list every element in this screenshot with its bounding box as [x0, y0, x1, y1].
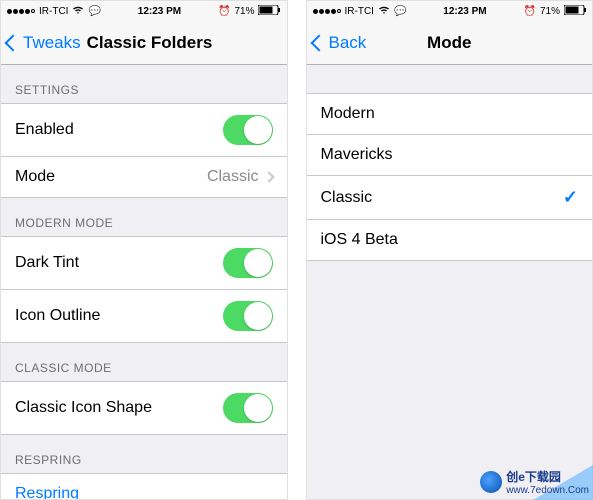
switch-dark-tint[interactable]	[223, 248, 273, 278]
carrier-label: IR-TCI	[39, 6, 68, 17]
clock-label: 12:23 PM	[443, 6, 486, 17]
group-header-respring: RESPRING	[1, 435, 287, 473]
option-classic[interactable]: Classic ✓	[307, 175, 593, 219]
row-enabled[interactable]: Enabled	[1, 103, 287, 156]
wifi-icon	[378, 5, 390, 18]
cell-label: Icon Outline	[15, 307, 100, 325]
settings-content: SETTINGS Enabled Mode Classic MODERN MOD…	[1, 65, 287, 499]
switch-enabled[interactable]	[223, 115, 273, 145]
speech-icon: 💬	[88, 6, 100, 17]
alarm-icon: ⏰	[218, 6, 230, 17]
nav-bar: Back Mode	[307, 21, 593, 65]
battery-percent: 71%	[234, 6, 254, 17]
signal-dots-icon	[313, 9, 341, 14]
group-header-classic: CLASSIC MODE	[1, 343, 287, 381]
group-header-settings: SETTINGS	[1, 65, 287, 103]
option-modern[interactable]: Modern	[307, 93, 593, 134]
option-mavericks[interactable]: Mavericks	[307, 134, 593, 175]
back-label: Back	[329, 33, 367, 53]
status-bar: IR-TCI 💬 12:23 PM ⏰ 71%	[307, 1, 593, 21]
back-button[interactable]: Back	[313, 33, 367, 53]
option-label: Mavericks	[321, 146, 393, 164]
row-classic-icon-shape[interactable]: Classic Icon Shape	[1, 381, 287, 435]
mode-options: Modern Mavericks Classic ✓ iOS 4 Beta	[307, 65, 593, 499]
switch-icon-outline[interactable]	[223, 301, 273, 331]
option-label: Classic	[321, 189, 373, 207]
option-ios4beta[interactable]: iOS 4 Beta	[307, 219, 593, 261]
group-header-modern: MODERN MODE	[1, 198, 287, 236]
carrier-label: IR-TCI	[345, 6, 374, 17]
settings-screen-mode: IR-TCI 💬 12:23 PM ⏰ 71% Back Mode Modern…	[306, 0, 593, 500]
cell-label: Dark Tint	[15, 254, 79, 272]
battery-icon	[258, 5, 280, 18]
wifi-icon	[72, 5, 84, 18]
cell-label: Enabled	[15, 121, 74, 139]
clock-label: 12:23 PM	[138, 6, 181, 17]
battery-icon	[564, 5, 586, 18]
back-label: Tweaks	[23, 33, 81, 53]
cell-label: Mode	[15, 168, 55, 186]
cell-value: Classic	[207, 168, 259, 186]
back-button[interactable]: Tweaks	[7, 33, 81, 53]
chevron-left-icon	[313, 33, 325, 53]
page-title: Classic Folders	[87, 33, 213, 53]
chevron-left-icon	[7, 33, 19, 53]
row-dark-tint[interactable]: Dark Tint	[1, 236, 287, 289]
settings-screen-classic-folders: IR-TCI 💬 12:23 PM ⏰ 71% Tweaks Classic F…	[0, 0, 288, 500]
checkmark-icon: ✓	[563, 187, 578, 208]
battery-percent: 71%	[540, 6, 560, 17]
alarm-icon: ⏰	[524, 6, 536, 17]
chevron-right-icon	[263, 171, 274, 182]
row-mode[interactable]: Mode Classic	[1, 156, 287, 198]
cell-label: Classic Icon Shape	[15, 399, 152, 417]
respring-link[interactable]: Respring	[15, 485, 79, 499]
signal-dots-icon	[7, 9, 35, 14]
status-bar: IR-TCI 💬 12:23 PM ⏰ 71%	[1, 1, 287, 21]
nav-bar: Tweaks Classic Folders	[1, 21, 287, 65]
row-icon-outline[interactable]: Icon Outline	[1, 289, 287, 343]
watermark-triangle	[533, 465, 593, 500]
row-respring[interactable]: Respring	[1, 473, 287, 499]
speech-icon: 💬	[394, 6, 406, 17]
option-label: iOS 4 Beta	[321, 231, 398, 249]
option-label: Modern	[321, 105, 375, 123]
switch-classic-icon[interactable]	[223, 393, 273, 423]
